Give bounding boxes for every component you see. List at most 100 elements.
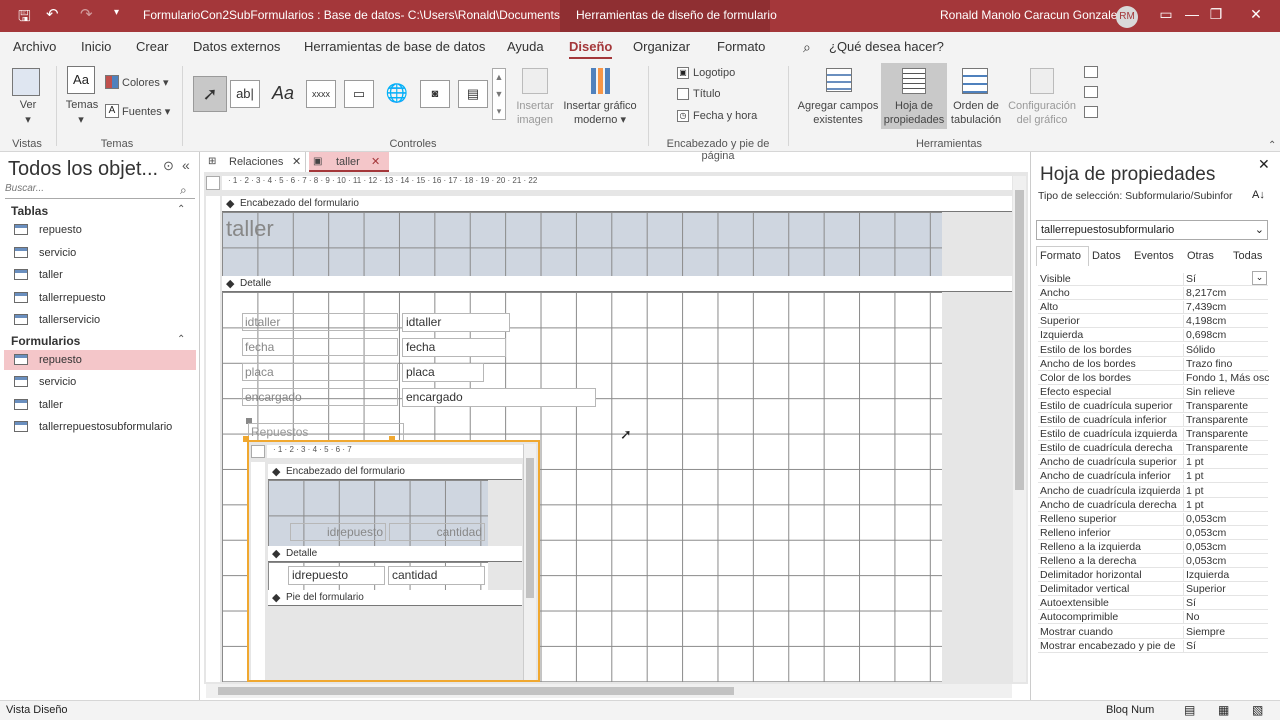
property-row[interactable]: Superior 4,198cm: [1038, 314, 1268, 329]
chevron-down-icon[interactable]: ▾: [20, 113, 36, 126]
tab-ayuda[interactable]: Ayuda: [507, 39, 544, 54]
property-row[interactable]: Relleno inferior 0,053cm: [1038, 526, 1268, 540]
list-item-form[interactable]: servicio: [4, 372, 196, 392]
close-icon[interactable]: ✕: [1258, 156, 1270, 173]
list-item-form[interactable]: taller: [4, 395, 196, 415]
tab-control-icon[interactable]: ▭: [344, 80, 374, 108]
property-value[interactable]: 1 pt: [1183, 470, 1269, 483]
field-label[interactable]: placa: [242, 363, 398, 381]
sort-icon[interactable]: A↓: [1252, 189, 1265, 201]
list-item-table[interactable]: taller: [4, 265, 196, 285]
tab-herramientas-bd[interactable]: Herramientas de base de datos: [304, 39, 485, 54]
tab-otras[interactable]: Otras: [1187, 250, 1214, 262]
insert-chart-button[interactable]: Insertar gráfico moderno ▾: [559, 99, 641, 127]
tab-relaciones[interactable]: ⊞ Relaciones ✕: [206, 152, 306, 172]
navigation-control-icon[interactable]: ▤: [458, 80, 488, 108]
close-icon[interactable]: ✕: [1236, 6, 1276, 23]
list-item-table[interactable]: tallerrepuesto: [4, 288, 196, 308]
form-selector[interactable]: [206, 176, 220, 190]
button-control-icon[interactable]: xxxx: [306, 80, 336, 108]
property-row[interactable]: Ancho de los bordes Trazo fino: [1038, 357, 1268, 371]
redo-icon[interactable]: ↷: [80, 5, 93, 23]
property-value[interactable]: No: [1183, 611, 1269, 624]
insert-image-button[interactable]: Insertar imagen: [508, 99, 562, 127]
customize-qat-icon[interactable]: ▾: [114, 7, 119, 18]
tab-datos[interactable]: Datos: [1092, 250, 1121, 262]
design-view-icon[interactable]: ▧: [1252, 703, 1263, 717]
tell-me-input[interactable]: ¿Qué desea hacer?: [829, 39, 944, 54]
tab-datos-externos[interactable]: Datos externos: [193, 39, 280, 54]
property-value[interactable]: 0,053cm: [1183, 526, 1269, 539]
textbox-control-icon[interactable]: ab|: [230, 80, 260, 108]
tab-order-button[interactable]: Orden de tabulación: [950, 99, 1002, 127]
property-value[interactable]: Transparente: [1183, 399, 1269, 412]
tab-formato[interactable]: Formato: [1040, 250, 1081, 262]
colors-icon[interactable]: [105, 75, 119, 89]
date-time-icon[interactable]: ◷: [677, 110, 689, 122]
fonts-button[interactable]: Fuentes ▾: [122, 105, 170, 118]
search-icon[interactable]: ⌕: [180, 183, 187, 198]
property-value[interactable]: Izquierda: [1183, 569, 1269, 582]
property-row[interactable]: Estilo de cuadrícula izquierda Transparen…: [1038, 427, 1268, 442]
property-value[interactable]: 0,053cm: [1183, 555, 1269, 567]
collapse-ribbon-icon[interactable]: ⌃: [1268, 140, 1276, 151]
subform-header-bar[interactable]: ◆ Encabezado del formulario: [268, 464, 522, 480]
layout-view-icon[interactable]: ▦: [1218, 703, 1229, 717]
nav-search-input[interactable]: Buscar...: [5, 183, 195, 199]
forms-header[interactable]: Formularios: [11, 334, 80, 348]
property-value[interactable]: Sí: [1183, 639, 1269, 652]
list-item-form[interactable]: tallerrepuestosubformulario: [4, 417, 196, 437]
subform-window-icon[interactable]: [1084, 66, 1098, 78]
property-row[interactable]: Ancho de cuadrícula derecha 1 pt: [1038, 498, 1268, 512]
tables-header[interactable]: Tablas: [11, 204, 48, 218]
tab-archivo[interactable]: Archivo: [13, 39, 56, 54]
subform-field[interactable]: cantidad: [388, 566, 485, 585]
chevron-down-icon[interactable]: ▾: [75, 113, 87, 126]
logo-button[interactable]: Logotipo: [693, 67, 735, 79]
subform-footer-bar[interactable]: ◆ Pie del formulario: [268, 590, 522, 606]
property-value[interactable]: Transparente: [1183, 414, 1269, 426]
tab-formato[interactable]: Formato: [717, 39, 765, 54]
restore-icon[interactable]: ❐: [1196, 6, 1236, 23]
property-row[interactable]: Ancho de cuadrícula superior 1 pt: [1038, 455, 1268, 470]
property-row[interactable]: Mostrar encabezado y pie de Sí: [1038, 639, 1268, 653]
form-header-bar[interactable]: ◆ Encabezado del formulario: [222, 196, 1012, 212]
tab-crear[interactable]: Crear: [136, 39, 169, 54]
tab-diseno[interactable]: Diseño: [569, 39, 613, 59]
close-tab-icon[interactable]: ✕: [292, 155, 301, 168]
detail-bar[interactable]: ◆ Detalle: [222, 276, 1012, 292]
property-value[interactable]: 8,217cm: [1183, 287, 1269, 300]
nav-menu-icon[interactable]: ⊙: [163, 158, 174, 174]
tab-todas[interactable]: Todas: [1233, 250, 1262, 262]
subform-field[interactable]: idrepuesto: [288, 566, 385, 585]
property-value[interactable]: 0,698cm: [1183, 329, 1269, 342]
save-icon[interactable]: 🖫: [18, 6, 31, 31]
hyperlink-control-icon[interactable]: 🌐: [382, 80, 412, 108]
date-time-button[interactable]: Fecha y hora: [693, 110, 757, 122]
horizontal-scrollbar[interactable]: [206, 684, 1012, 698]
property-row[interactable]: Autoextensible Sí: [1038, 596, 1268, 611]
list-item-form[interactable]: repuesto: [4, 350, 196, 370]
list-item-table[interactable]: tallerservicio: [4, 310, 196, 330]
subform-vertical-scrollbar[interactable]: [523, 444, 536, 680]
tab-inicio[interactable]: Inicio: [81, 39, 111, 54]
resize-handle[interactable]: [389, 436, 395, 442]
subform-header-label[interactable]: cantidad: [389, 523, 485, 541]
property-value[interactable]: Sin relieve: [1183, 385, 1269, 398]
collapse-nav-icon[interactable]: «: [182, 157, 190, 173]
undo-icon[interactable]: ↶: [46, 5, 59, 23]
web-browser-control-icon[interactable]: ◙: [420, 80, 450, 108]
property-row[interactable]: Izquierda 0,698cm: [1038, 328, 1269, 343]
property-row[interactable]: Ancho de cuadrícula izquierda 1 pt: [1038, 484, 1268, 498]
property-row[interactable]: Visible Sí: [1038, 272, 1268, 286]
nav-title[interactable]: Todos los objet...: [8, 158, 158, 181]
object-selector[interactable]: tallerrepuestosubformulario ⌄: [1036, 220, 1268, 240]
list-item-table[interactable]: servicio: [4, 243, 196, 263]
themes-icon[interactable]: Aa: [67, 66, 95, 94]
label-control-icon[interactable]: Aa: [268, 80, 298, 108]
property-value[interactable]: 0,053cm: [1183, 540, 1269, 553]
field-label[interactable]: encargado: [242, 388, 398, 406]
list-item-table[interactable]: repuesto: [4, 220, 196, 240]
property-value[interactable]: Transparente: [1183, 442, 1269, 455]
vertical-scrollbar[interactable]: [1013, 176, 1026, 682]
